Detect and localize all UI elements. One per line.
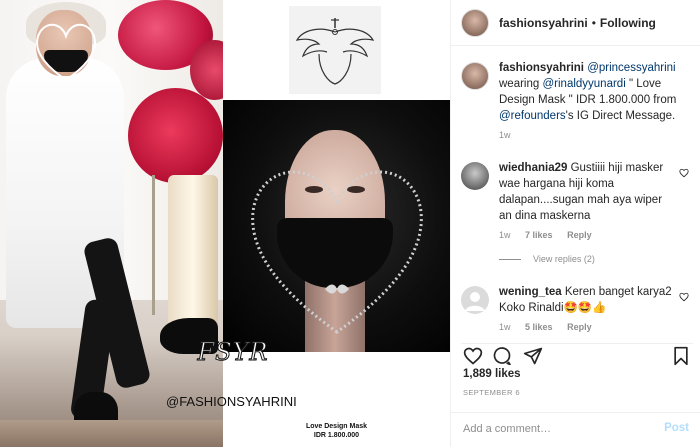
- mention-link[interactable]: @rinaldyyunardi: [542, 78, 625, 90]
- view-replies-button[interactable]: View replies (2): [533, 254, 595, 264]
- share-icon[interactable]: [523, 346, 543, 366]
- comment-item: wening_tea Keren banget karya2 Koko Rina…: [461, 284, 693, 332]
- brand-logo: [289, 6, 381, 94]
- comments-list: fashionsyahrini @princessyahrini wearing…: [461, 60, 693, 332]
- caption-username[interactable]: fashionsyahrini: [499, 62, 584, 74]
- caption-comment: fashionsyahrini @princessyahrini wearing…: [461, 60, 693, 152]
- separator-dot: •: [591, 15, 596, 30]
- comment-likes[interactable]: 5 likes: [525, 322, 553, 332]
- watermark-logo: FSYR: [197, 338, 269, 367]
- post-side-panel: fashionsyahrini • Following fashionsyahr…: [450, 0, 700, 447]
- timestamp[interactable]: 1w: [499, 322, 511, 332]
- comment-item: wiedhania29 Gustiiii hiji masker wae har…: [461, 160, 693, 278]
- right-photo: Love Design Mask IDR 1.800.000: [223, 0, 450, 447]
- reply-button[interactable]: Reply: [567, 230, 592, 240]
- reply-button[interactable]: Reply: [567, 322, 592, 332]
- comment-username[interactable]: wening_tea: [499, 286, 562, 298]
- post-date[interactable]: SEPTEMBER 6: [463, 388, 520, 397]
- vase: [168, 175, 218, 330]
- heart-icon[interactable]: [463, 346, 483, 366]
- default-avatar-icon: [465, 292, 485, 311]
- left-photo: [0, 0, 223, 447]
- mask-ornament-icon: [325, 284, 349, 294]
- avatar[interactable]: [461, 8, 489, 37]
- avatar[interactable]: [461, 162, 489, 190]
- mention-link[interactable]: @refounders: [499, 110, 566, 122]
- add-comment-input[interactable]: Add a comment…: [463, 423, 551, 435]
- comment-icon[interactable]: [492, 346, 512, 366]
- caption-text: 's IG Direct Message.: [565, 110, 676, 122]
- post-media[interactable]: Love Design Mask IDR 1.800.000 ♛ FSYR @F…: [0, 0, 450, 447]
- bookmark-icon[interactable]: [671, 346, 691, 366]
- product-caption: Love Design Mask IDR 1.800.000: [305, 423, 368, 439]
- header-username[interactable]: fashionsyahrini: [499, 16, 588, 30]
- like-comment-heart-icon[interactable]: [679, 168, 689, 178]
- mention-link[interactable]: @princessyahrini: [587, 62, 675, 74]
- add-comment-bar: Add a comment… Post: [451, 412, 700, 447]
- avatar[interactable]: [461, 62, 489, 90]
- post-button[interactable]: Post: [664, 422, 689, 434]
- likes-count[interactable]: 1,889 likes: [463, 368, 521, 380]
- wings-logo-icon: [295, 18, 375, 85]
- heart-frame-icon: [36, 23, 96, 82]
- like-comment-heart-icon[interactable]: [679, 292, 689, 302]
- post-header: fashionsyahrini • Following: [451, 0, 700, 46]
- watermark-handle: @FASHIONSYAHRINI: [166, 394, 297, 409]
- crystal-heart-frame-icon: [251, 170, 423, 334]
- caption-text: wearing: [499, 78, 540, 90]
- following-button[interactable]: Following: [600, 16, 656, 30]
- comment-likes[interactable]: 7 likes: [525, 230, 553, 240]
- comment-username[interactable]: wiedhania29: [499, 162, 567, 174]
- action-bar: [461, 343, 693, 367]
- avatar[interactable]: [461, 286, 489, 314]
- timestamp[interactable]: 1w: [499, 130, 511, 140]
- timestamp[interactable]: 1w: [499, 230, 511, 240]
